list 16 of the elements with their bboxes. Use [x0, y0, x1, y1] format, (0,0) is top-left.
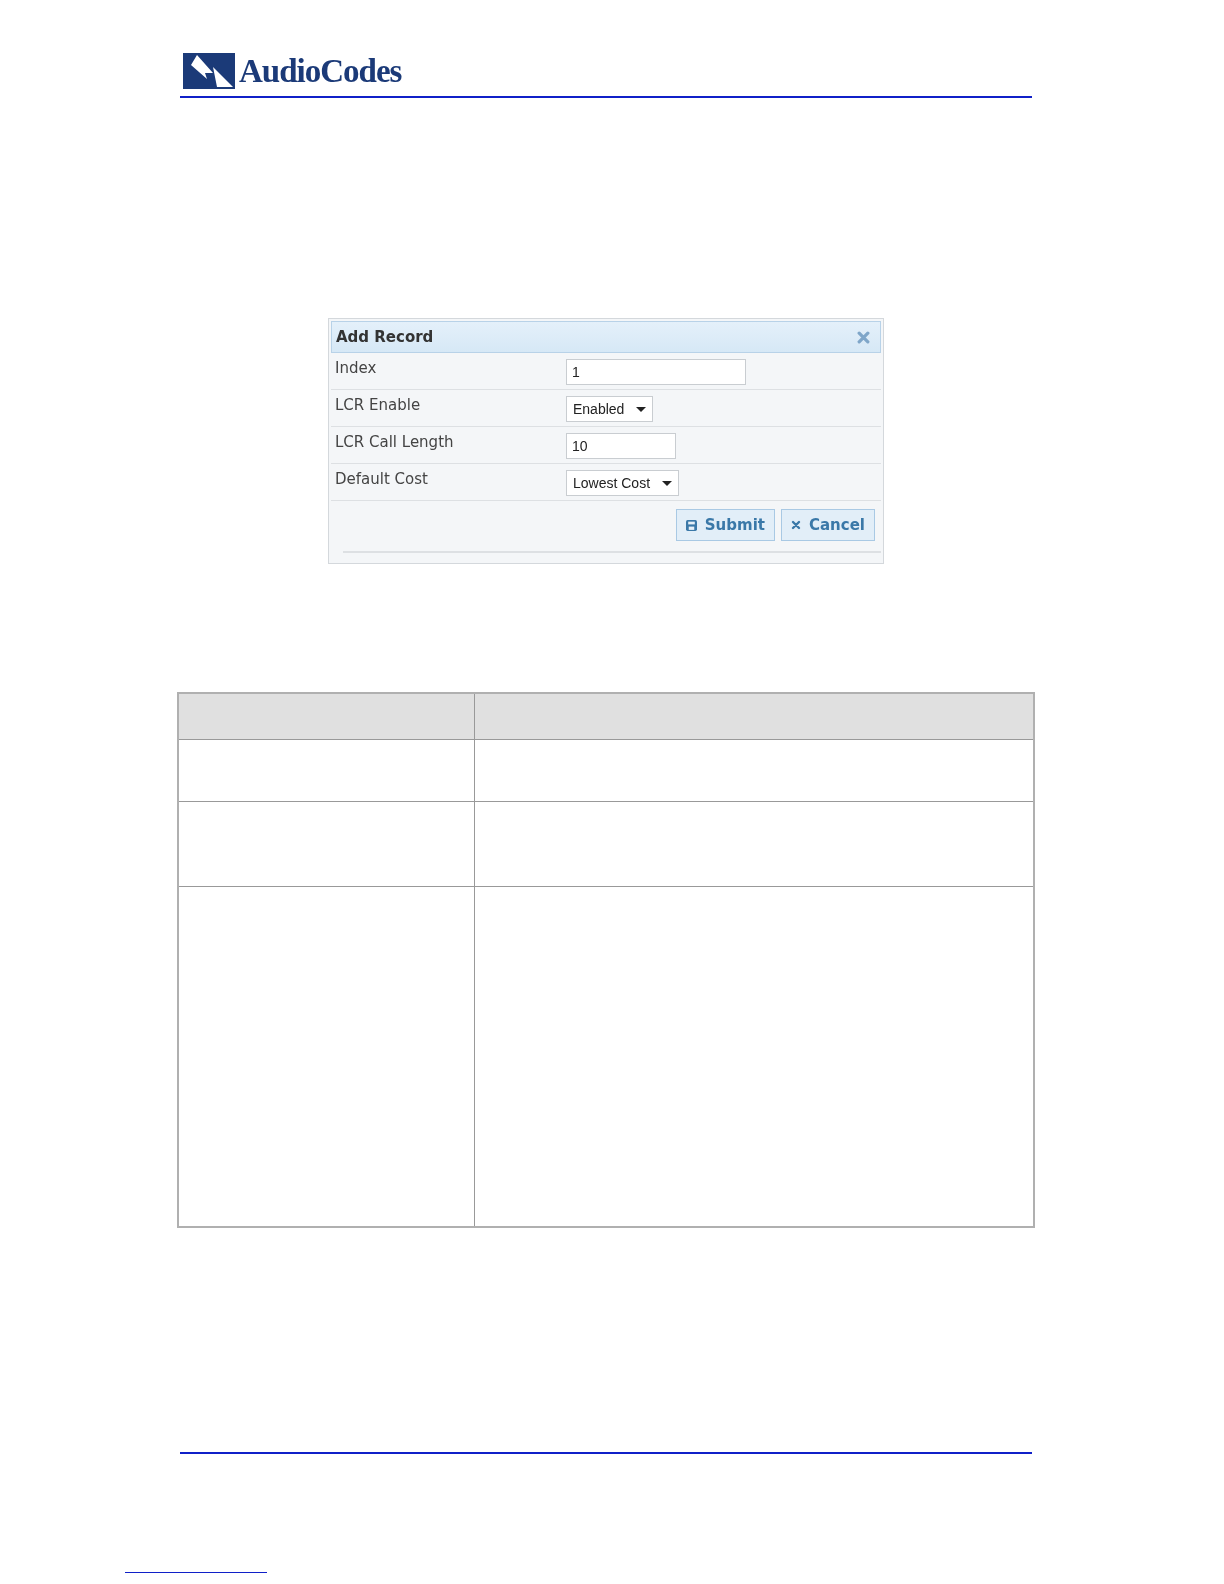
dropdown[interactable]: Lowest Cost	[566, 470, 680, 496]
dialog-title: Add Record	[336, 328, 434, 346]
field-label: LCR Call Length	[334, 432, 455, 453]
logo-icon	[183, 53, 235, 89]
field-label: LCR Enable	[334, 395, 422, 416]
field-label: Default Cost	[334, 469, 429, 490]
close-icon[interactable]	[857, 330, 870, 344]
close-icon	[791, 520, 801, 530]
submit-button[interactable]: Submit	[675, 509, 775, 541]
field-label: Index	[334, 358, 378, 379]
input-field[interactable]: 10	[566, 433, 676, 459]
cancel-button[interactable]: Cancel	[781, 509, 875, 541]
dropdown[interactable]: Enabled	[566, 396, 654, 422]
save-icon	[685, 519, 697, 531]
logo-text: AudioCodes	[239, 52, 402, 90]
input-field[interactable]: 1	[566, 359, 746, 385]
